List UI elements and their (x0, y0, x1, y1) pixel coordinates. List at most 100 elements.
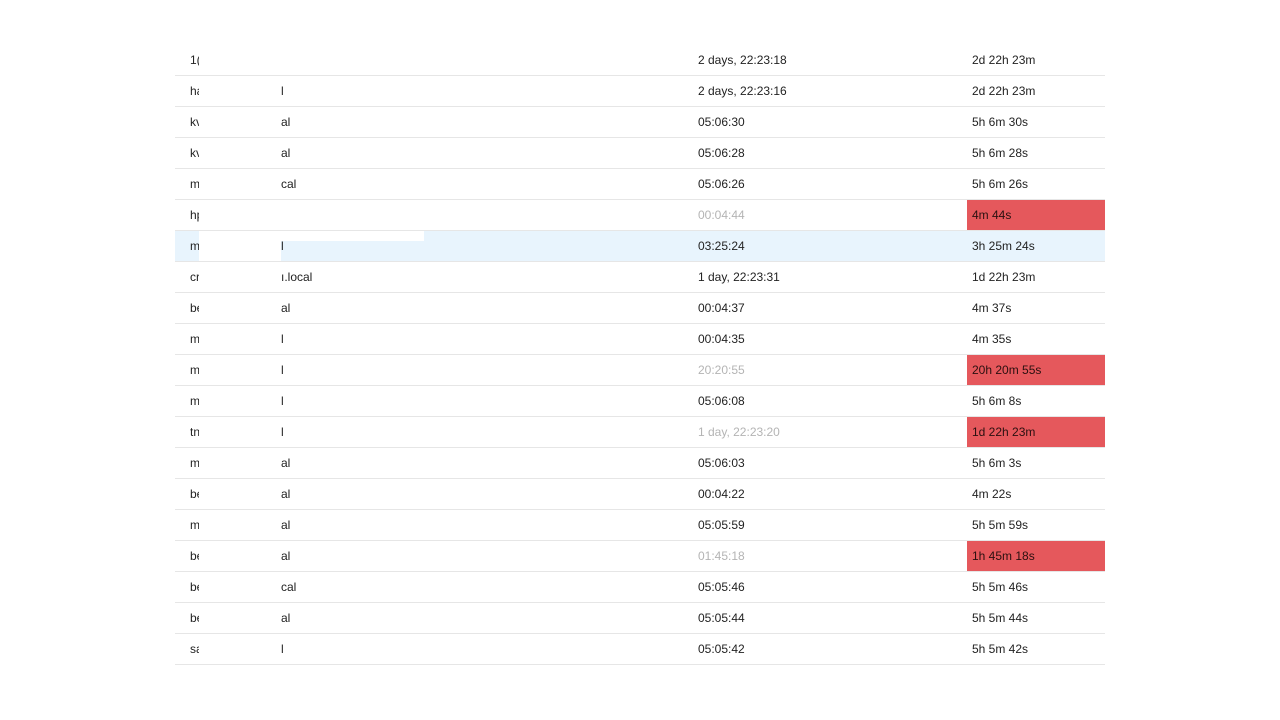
hostname-suffix (281, 45, 481, 75)
hostname-suffix: al (281, 456, 291, 470)
hostname-cell: m (190, 177, 199, 191)
hostname-cell: tn (190, 425, 199, 439)
redaction-block (199, 603, 281, 633)
table-row[interactable]: be al 01:45:18 1h 45m 18s (175, 541, 1105, 572)
hostname-cell: sa (190, 642, 199, 656)
hostname-cell: m (190, 394, 199, 408)
table-row[interactable]: kv al 05:06:28 5h 6m 28s (175, 138, 1105, 169)
hostname-cell: kv (190, 115, 199, 129)
hostname-cell: m (190, 332, 199, 346)
uptime-cell: 00:04:22 (698, 487, 745, 501)
stale-duration-badge: 20h 20m 55s (967, 355, 1105, 385)
table-row[interactable]: 1(2 days, 22:23:18 2d 22h 23m (175, 45, 1105, 76)
redaction-block (199, 293, 281, 323)
duration-cell: 2d 22h 23m (972, 53, 1036, 67)
redaction-block (199, 634, 281, 664)
stale-duration-badge: 1h 45m 18s (967, 541, 1105, 571)
table-row[interactable]: be cal 05:05:46 5h 5m 46s (175, 572, 1105, 603)
uptime-cell: 05:05:46 (698, 580, 745, 594)
uptime-cell: 00:04:37 (698, 301, 745, 315)
hostname-suffix: l (281, 642, 284, 656)
hostname-cell: m (190, 363, 199, 377)
hostname-suffix: l (281, 84, 284, 98)
uptime-cell: 2 days, 22:23:16 (698, 84, 787, 98)
table-row[interactable]: tn l 1 day, 22:23:20 1d 22h 23m (175, 417, 1105, 448)
table-row[interactable]: m l 03:25:24 3h 25m 24s (175, 231, 1105, 262)
hostname-suffix: cal (281, 177, 297, 191)
table-row[interactable]: m l 20:20:55 20h 20m 55s (175, 355, 1105, 386)
table-row[interactable]: hp 00:04:44 4m 44s (175, 200, 1105, 231)
redaction-block (199, 448, 281, 478)
duration-cell: 5h 6m 8s (972, 394, 1022, 408)
redaction-block (199, 572, 281, 602)
stale-duration-badge: 1d 22h 23m (967, 417, 1105, 447)
hostname-suffix: al (281, 301, 291, 315)
duration-cell: 4m 35s (972, 332, 1012, 346)
duration-cell: 5h 5m 42s (972, 642, 1029, 656)
hostname-suffix: l (281, 394, 284, 408)
hostname-suffix: al (281, 146, 291, 160)
uptime-cell: 05:06:03 (698, 456, 745, 470)
hostname-cell: 1( (190, 53, 199, 67)
uptime-cell: 1 day, 22:23:31 (698, 270, 780, 284)
duration-cell: 1d 22h 23m (972, 270, 1036, 284)
table-row[interactable]: ha l 2 days, 22:23:16 2d 22h 23m (175, 76, 1105, 107)
hostname-cell: be (190, 549, 199, 563)
uptime-cell: 01:45:18 (698, 549, 745, 563)
uptime-cell: 05:06:26 (698, 177, 745, 191)
hostname-cell: cr (190, 270, 199, 284)
redaction-block (199, 324, 281, 354)
uptime-cell: 05:05:44 (698, 611, 745, 625)
redaction-block (199, 200, 281, 230)
duration-cell: 5h 6m 28s (972, 146, 1029, 160)
uptime-cell: 00:04:44 (698, 208, 745, 222)
hostname-suffix: ı.local (281, 270, 313, 284)
hostname-cell: be (190, 301, 199, 315)
table-row[interactable]: m l 05:06:08 5h 6m 8s (175, 386, 1105, 417)
duration-cell: 4m 22s (972, 487, 1012, 501)
table-row[interactable]: sa l 05:05:42 5h 5m 42s (175, 634, 1105, 665)
table-row[interactable]: m l 00:04:35 4m 35s (175, 324, 1105, 355)
hostname-cell: ha (190, 84, 199, 98)
hostname-cell: m (190, 239, 199, 253)
uptime-cell: 00:04:35 (698, 332, 745, 346)
duration-cell: 3h 25m 24s (972, 239, 1035, 253)
hostname-cell: hp (190, 208, 199, 222)
uptime-cell: 20:20:55 (698, 363, 745, 377)
hostname-suffix: l (281, 363, 284, 377)
duration-cell: 5h 5m 44s (972, 611, 1029, 625)
table-row[interactable]: be al 00:04:22 4m 22s (175, 479, 1105, 510)
uptime-cell: 05:06:08 (698, 394, 745, 408)
hostname-cell: kv (190, 146, 199, 160)
hostname-suffix: al (281, 611, 291, 625)
duration-cell: 2d 22h 23m (972, 84, 1036, 98)
hostname-suffix: l (281, 332, 284, 346)
redaction-block (199, 386, 281, 416)
redaction-block (199, 262, 281, 292)
uptime-cell: 05:06:28 (698, 146, 745, 160)
uptime-cell: 03:25:24 (698, 239, 745, 253)
table-row[interactable]: be al 00:04:37 4m 37s (175, 293, 1105, 324)
redaction-block (199, 355, 281, 385)
hostname-suffix: al (281, 487, 291, 501)
hostname-cell: be (190, 611, 199, 625)
hostname-cell: m (190, 456, 199, 470)
table-row[interactable]: m al 05:05:59 5h 5m 59s (175, 510, 1105, 541)
table-row[interactable]: m al 05:06:03 5h 6m 3s (175, 448, 1105, 479)
stale-duration-badge: 4m 44s (967, 200, 1105, 230)
redaction-block (199, 417, 281, 447)
duration-cell: 4m 37s (972, 301, 1012, 315)
redaction-block (199, 479, 281, 509)
table-row[interactable]: kv al 05:06:30 5h 6m 30s (175, 107, 1105, 138)
hostname-suffix (281, 200, 481, 230)
hosts-table: 1(2 days, 22:23:18 2d 22h 23m ha l 2 days, 2… (175, 45, 1105, 665)
table-row[interactable]: m cal 05:06:26 5h 6m 26s (175, 169, 1105, 200)
redaction-block (281, 231, 424, 241)
redaction-block (199, 541, 281, 571)
uptime-cell: 05:05:42 (698, 642, 745, 656)
hostname-cell: be (190, 580, 199, 594)
duration-cell: 5h 6m 3s (972, 456, 1022, 470)
table-row[interactable]: cr ı.local 1 day, 22:23:31 1d 22h 23m (175, 262, 1105, 293)
table-row[interactable]: be al 05:05:44 5h 5m 44s (175, 603, 1105, 634)
duration-cell: 5h 6m 30s (972, 115, 1029, 129)
